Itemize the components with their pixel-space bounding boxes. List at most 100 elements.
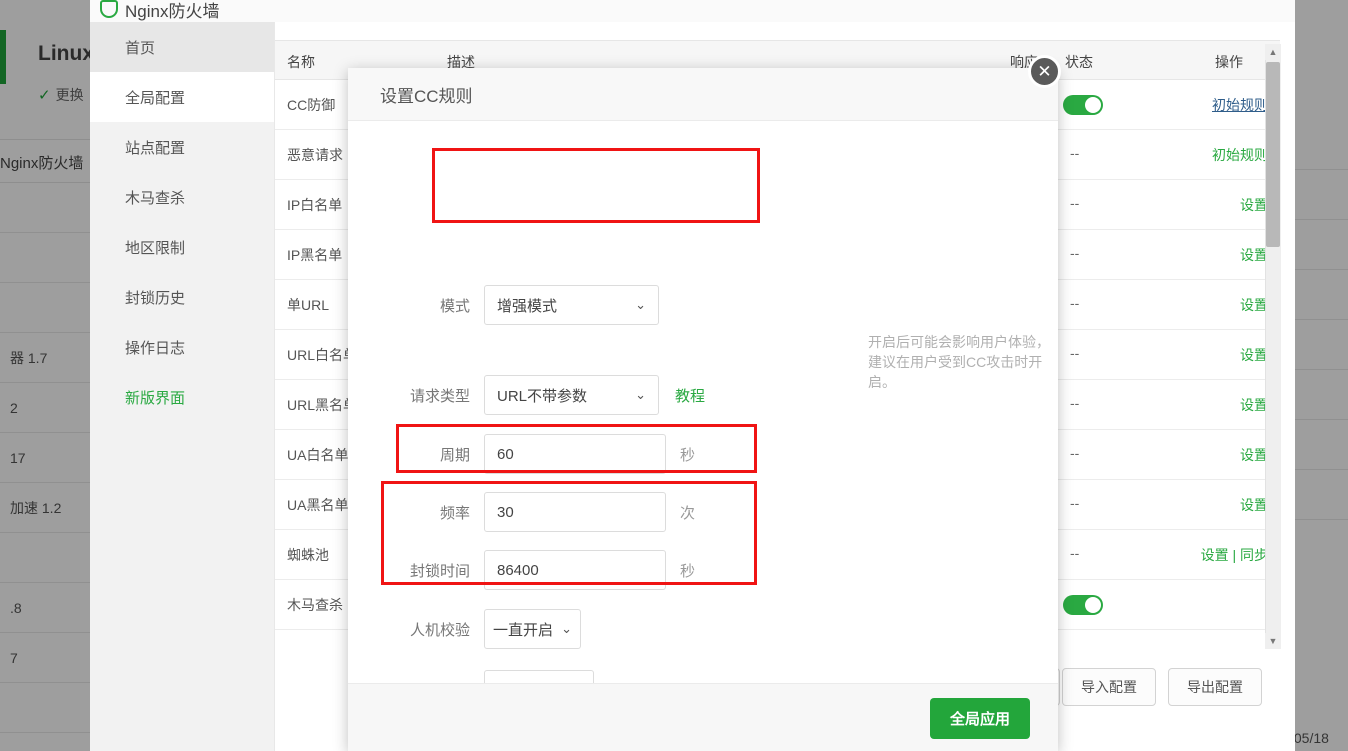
table-cell-status: -- xyxy=(1070,295,1080,311)
sidebar-item-5[interactable]: 封锁历史 xyxy=(90,272,274,322)
table-cell-action[interactable]: 设置 xyxy=(1240,245,1268,265)
modal-header: 设置CC规则 xyxy=(348,68,1058,121)
table-cell-name: 木马查杀 xyxy=(287,597,343,613)
mode-select-value: 增强模式 xyxy=(497,297,558,315)
table-cell-action[interactable]: 设置 xyxy=(1240,395,1268,415)
chevron-down-icon: ⌄ xyxy=(561,621,572,636)
block-time-unit: 秒 xyxy=(680,562,696,580)
table-cell-action[interactable]: 设置 | 同步 xyxy=(1201,545,1268,565)
block-time-input[interactable]: 86400 xyxy=(484,550,666,590)
table-cell-name: IP黑名单 xyxy=(287,247,343,263)
modal-footer: 全局应用 xyxy=(348,683,1058,751)
sidebar-item-label: 首页 xyxy=(125,39,156,57)
table-cell-name: 蜘蛛池 xyxy=(287,547,329,563)
table-cell-status: -- xyxy=(1070,345,1080,361)
sidebar-item-0[interactable]: 首页 xyxy=(90,22,274,72)
field-request-type-label: 请求类型 xyxy=(409,387,470,405)
block-time-input-value: 86400 xyxy=(497,561,539,579)
sidebar: 首页全局配置站点配置木马查杀地区限制封锁历史操作日志新版界面 xyxy=(90,22,275,751)
close-icon[interactable]: ✕ xyxy=(1028,55,1061,88)
table-header-name: 名称 xyxy=(287,54,315,70)
table-cell-name: UA白名单 xyxy=(287,447,349,463)
human-check-select[interactable]: 一直开启 ⌄ xyxy=(484,609,581,649)
field-request-type: 请求类型 URL不带参数 ⌄ 教程 xyxy=(378,375,705,415)
apply-globally-button[interactable]: 全局应用 xyxy=(929,698,1030,739)
table-cell-status: -- xyxy=(1070,445,1080,461)
chevron-down-icon: ⌄ xyxy=(635,387,646,402)
tutorial-link[interactable]: 教程 xyxy=(675,385,705,406)
status-toggle[interactable] xyxy=(1063,95,1103,115)
table-cell-name: IP白名单 xyxy=(287,197,343,213)
sidebar-item-7[interactable]: 新版界面 xyxy=(90,372,274,422)
field-period: 周期 60 秒 xyxy=(378,434,695,474)
table-cell-status: -- xyxy=(1070,145,1080,161)
table-cell-action[interactable]: 初始规则 xyxy=(1212,145,1268,165)
table-cell-action[interactable]: 设置 xyxy=(1240,445,1268,465)
scroll-up-arrow[interactable]: ▲ xyxy=(1265,44,1281,60)
cc-rule-modal: 设置CC规则 模式 增强模式 ⌄ 开启后可能会影响用户体验，建议在用户受到CC攻… xyxy=(348,68,1058,751)
table-cell-action[interactable]: 初始规则 xyxy=(1212,95,1268,115)
mode-hint: 开启后可能会影响用户体验，建议在用户受到CC攻击时开启。 xyxy=(868,334,1050,390)
sidebar-item-6[interactable]: 操作日志 xyxy=(90,322,274,372)
frequency-unit: 次 xyxy=(680,504,696,522)
field-block-time: 封锁时间 86400 秒 xyxy=(378,550,695,590)
table-cell-status: -- xyxy=(1070,495,1080,511)
sidebar-item-label: 操作日志 xyxy=(125,339,186,357)
field-human-check: 人机校验 一直开启 ⌄ xyxy=(378,609,581,649)
table-cell-name: CC防御 xyxy=(287,97,336,113)
table-cell-name: 单URL xyxy=(287,297,330,313)
sidebar-item-label: 地区限制 xyxy=(125,239,186,257)
frequency-input[interactable]: 30 xyxy=(484,492,666,532)
import-config-button[interactable]: 导入配置 xyxy=(1062,668,1156,706)
modal-body: 模式 增强模式 ⌄ 开启后可能会影响用户体验，建议在用户受到CC攻击时开启。 请… xyxy=(348,121,1058,710)
frequency-input-value: 30 xyxy=(497,503,514,521)
field-period-label: 周期 xyxy=(439,446,470,464)
shield-icon xyxy=(100,0,118,18)
period-unit: 秒 xyxy=(680,446,696,464)
table-cell-name: URL黑名单 xyxy=(287,397,358,413)
modal-title: 设置CC规则 xyxy=(380,86,473,106)
sidebar-item-2[interactable]: 站点配置 xyxy=(90,122,274,172)
screen-root: Linux ✓更换 Nginx防火墙 官官官器 1.7官2官17官加速 1.2官… xyxy=(0,0,1348,751)
field-frequency: 频率 30 次 xyxy=(378,492,695,532)
table-cell-name: 恶意请求 xyxy=(287,147,343,163)
period-input[interactable]: 60 xyxy=(484,434,666,474)
mode-select[interactable]: 增强模式 ⌄ xyxy=(484,285,659,325)
request-type-select-value: URL不带参数 xyxy=(497,387,588,405)
sidebar-item-label: 全局配置 xyxy=(125,89,186,107)
table-cell-status: -- xyxy=(1070,395,1080,411)
table-cell-name: UA黑名单 xyxy=(287,497,349,513)
table-header-status: 状态 xyxy=(1065,54,1093,70)
field-frequency-label: 频率 xyxy=(439,504,470,522)
sidebar-item-1[interactable]: 全局配置 xyxy=(90,72,274,122)
table-cell-action[interactable]: 设置 xyxy=(1240,345,1268,365)
table-cell-name: URL白名单 xyxy=(287,347,358,363)
period-input-value: 60 xyxy=(497,445,514,463)
table-cell-status: -- xyxy=(1070,545,1080,561)
export-config-button[interactable]: 导出配置 xyxy=(1168,668,1262,706)
table-cell-status: -- xyxy=(1070,245,1080,261)
table-cell-status: -- xyxy=(1070,195,1080,211)
field-human-check-label: 人机校验 xyxy=(409,621,470,639)
sidebar-item-label: 封锁历史 xyxy=(125,289,186,307)
table-cell-action[interactable]: 设置 xyxy=(1240,295,1268,315)
sidebar-item-3[interactable]: 木马查杀 xyxy=(90,172,274,222)
table-scrollbar-thumb[interactable] xyxy=(1266,62,1280,247)
table-cell-action[interactable]: 设置 xyxy=(1240,495,1268,515)
table-header-action: 操作 xyxy=(1215,54,1243,70)
table-cell-action[interactable]: 设置 xyxy=(1240,195,1268,215)
sidebar-item-label: 木马查杀 xyxy=(125,189,186,207)
sidebar-item-label: 新版界面 xyxy=(125,389,186,407)
request-type-select[interactable]: URL不带参数 ⌄ xyxy=(484,375,659,415)
status-toggle[interactable] xyxy=(1063,595,1103,615)
app-title: Nginx防火墙 xyxy=(100,0,219,24)
human-check-select-value: 一直开启 xyxy=(493,621,554,639)
scroll-down-arrow[interactable]: ▼ xyxy=(1265,633,1281,649)
field-block-time-label: 封锁时间 xyxy=(409,562,470,580)
app-title-label: Nginx防火墙 xyxy=(125,1,220,21)
footer-buttons: 导入配置 导出配置 xyxy=(1062,668,1262,706)
field-mode: 模式 增强模式 ⌄ xyxy=(378,285,659,325)
sidebar-item-label: 站点配置 xyxy=(125,139,186,157)
sidebar-item-4[interactable]: 地区限制 xyxy=(90,222,274,272)
field-mode-label: 模式 xyxy=(439,297,470,315)
